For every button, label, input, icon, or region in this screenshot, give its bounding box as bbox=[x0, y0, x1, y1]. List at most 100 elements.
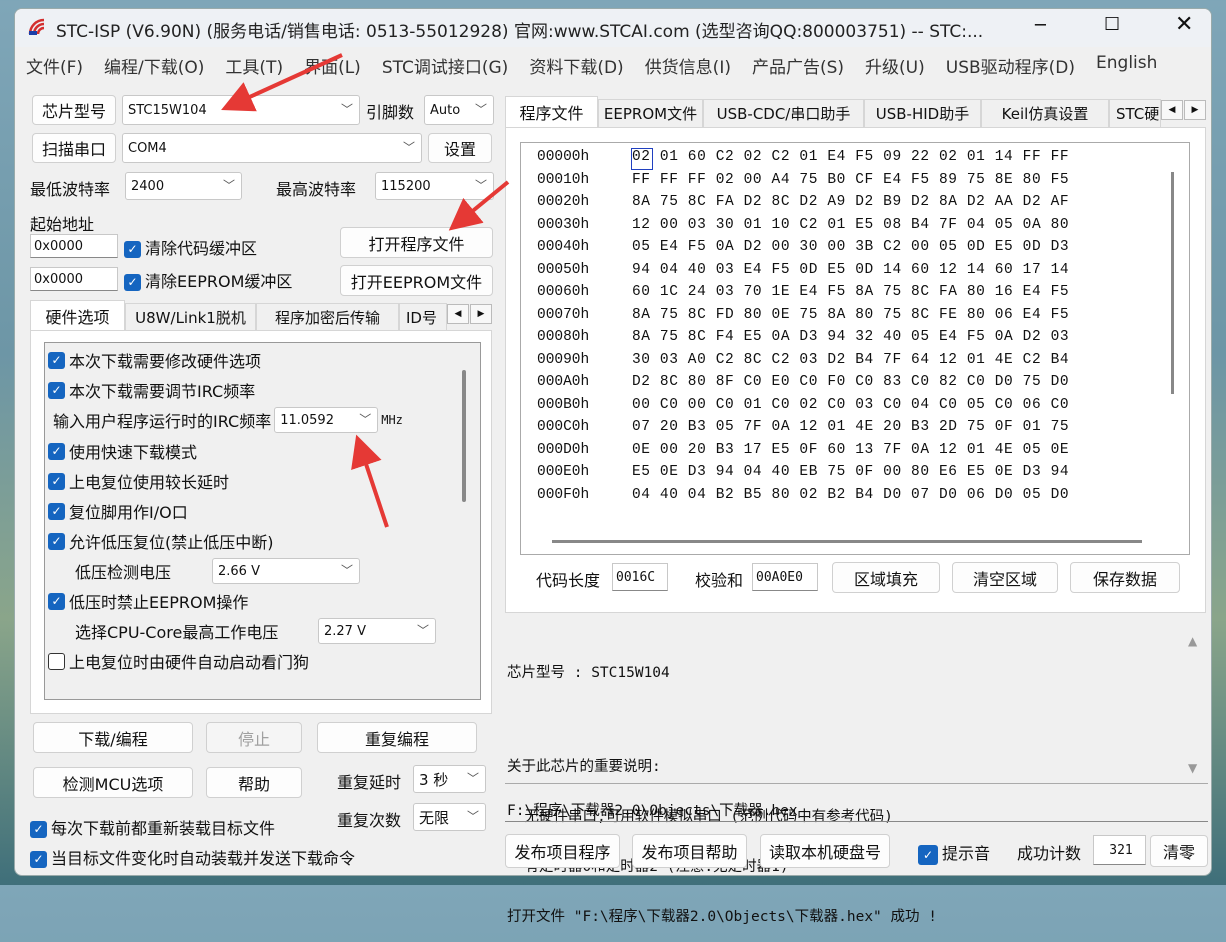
detect-mcu-button[interactable]: 检测MCU选项 bbox=[33, 767, 193, 798]
tab-id-number[interactable]: ID号 bbox=[399, 303, 447, 331]
low-voltage-row: 低压检测电压 2.66 V ﹀ bbox=[75, 558, 360, 584]
max-baud-select[interactable]: 115200 ﹀ bbox=[375, 172, 494, 200]
hex-address: 00030h bbox=[537, 216, 590, 233]
reset-count-button[interactable]: 清零 bbox=[1150, 835, 1208, 867]
auto-send-checkbox[interactable]: ✓ 当目标文件变化时自动装载并发送下载命令 bbox=[30, 845, 355, 869]
beep-checkbox[interactable]: ✓ 提示音 bbox=[918, 840, 990, 865]
window-title: STC-ISP (V6.90N) (服务电话/销售电话: 0513-550129… bbox=[56, 22, 984, 42]
log-scroll-up-icon[interactable]: ▲ bbox=[1188, 634, 1197, 648]
pins-label: 引脚数 bbox=[366, 103, 415, 122]
start-address-input[interactable]: 0x0000 bbox=[30, 234, 118, 258]
low-voltage-select[interactable]: 2.66 V ﹀ bbox=[212, 558, 360, 584]
success-count-value: 321 bbox=[1093, 835, 1146, 865]
tab-usb-cdc[interactable]: USB-CDC/串口助手 bbox=[703, 99, 864, 127]
option-low-voltage-reset[interactable]: ✓ 允许低压复位(禁止低压中断) bbox=[48, 528, 274, 554]
scan-port-button[interactable]: 扫描串口 bbox=[32, 133, 116, 163]
menu-file[interactable]: 文件(F) bbox=[26, 53, 83, 78]
menu-program[interactable]: 编程/下载(O) bbox=[104, 53, 204, 78]
tab-encrypted-transfer[interactable]: 程序加密后传输 bbox=[256, 303, 399, 331]
menu-english[interactable]: English bbox=[1096, 53, 1157, 78]
minimize-button[interactable]: ─ bbox=[1035, 15, 1046, 36]
hex-address: 000B0h bbox=[537, 396, 590, 413]
save-data-button[interactable]: 保存数据 bbox=[1070, 562, 1180, 593]
menu-tools[interactable]: 工具(T) bbox=[225, 53, 283, 78]
option-adjust-irc[interactable]: ✓ 本次下载需要调节IRC频率 bbox=[48, 377, 255, 403]
chevron-down-icon: ﹀ bbox=[416, 623, 429, 638]
maximize-button[interactable]: ☐ bbox=[1104, 14, 1120, 35]
checkbox-checked-icon: ✓ bbox=[124, 241, 141, 258]
help-button[interactable]: 帮助 bbox=[206, 767, 302, 798]
max-baud-label: 最高波特率 bbox=[276, 180, 357, 199]
hex-horizontal-scrollbar[interactable] bbox=[552, 540, 1142, 543]
chip-type-button[interactable]: 芯片型号 bbox=[32, 95, 116, 125]
settings-button[interactable]: 设置 bbox=[428, 133, 492, 163]
hex-bytes: 8A 75 8C FA D2 8C D2 A9 D2 B9 D2 8A D2 A… bbox=[632, 194, 1070, 210]
chevron-down-icon: ﹀ bbox=[359, 412, 372, 427]
eeprom-address-input[interactable]: 0x0000 bbox=[30, 267, 118, 291]
cpu-voltage-select[interactable]: 2.27 V ﹀ bbox=[318, 618, 436, 644]
tab-keil-debug[interactable]: Keil仿真设置 bbox=[981, 99, 1109, 127]
menu-upgrade[interactable]: 升级(U) bbox=[865, 53, 925, 78]
port-select[interactable]: COM4 ﹀ bbox=[122, 133, 422, 163]
close-button[interactable]: ✕ bbox=[1175, 12, 1193, 37]
tab-eeprom-file[interactable]: EEPROM文件 bbox=[598, 99, 703, 127]
repeat-program-button[interactable]: 重复编程 bbox=[317, 722, 477, 753]
open-program-file-button[interactable]: 打开程序文件 bbox=[340, 227, 493, 258]
chip-select[interactable]: STC15W104 ﹀ bbox=[122, 95, 360, 125]
hex-row: 000A0h D2 8C 80 8F C0 E0 C0 F0 C0 83 C0 8… bbox=[537, 374, 1069, 396]
clear-eeprom-checkbox[interactable]: ✓ 清除EEPROM缓冲区 bbox=[124, 268, 292, 292]
tab-scroll-right-icon[interactable]: ▶ bbox=[1184, 100, 1206, 120]
option-label: 上电复位使用较长延时 bbox=[69, 473, 230, 492]
tab-usb-hid[interactable]: USB-HID助手 bbox=[864, 99, 981, 127]
tab-scroll-right-icon[interactable]: ▶ bbox=[470, 304, 492, 324]
menu-supply[interactable]: 供货信息(I) bbox=[645, 53, 731, 78]
publish-help-button[interactable]: 发布项目帮助 bbox=[632, 834, 747, 868]
log-scroll-down-icon[interactable]: ▼ bbox=[1188, 761, 1197, 775]
menu-debug[interactable]: STC调试接口(G) bbox=[382, 53, 509, 78]
irc-frequency-select[interactable]: 11.0592 ﹀ bbox=[274, 407, 379, 433]
stop-button[interactable]: 停止 bbox=[206, 722, 302, 753]
pins-select[interactable]: Auto ﹀ bbox=[424, 95, 494, 125]
reload-before-download-checkbox[interactable]: ✓ 每次下载前都重新装载目标文件 bbox=[30, 815, 275, 839]
options-scrollbar[interactable] bbox=[462, 370, 466, 502]
hex-vertical-scrollbar[interactable] bbox=[1171, 172, 1174, 394]
min-baud-select[interactable]: 2400 ﹀ bbox=[125, 172, 242, 200]
menu-interface[interactable]: 界面(L) bbox=[304, 53, 361, 78]
clear-region-button[interactable]: 清空区域 bbox=[952, 562, 1058, 593]
hex-row: 000B0h 00 C0 00 C0 01 C0 02 C0 03 C0 04 C… bbox=[537, 397, 1069, 419]
read-disk-id-button[interactable]: 读取本机硬盘号 bbox=[760, 834, 890, 868]
tab-scroll-left-icon[interactable]: ◀ bbox=[1161, 100, 1183, 120]
option-eeprom-low-voltage[interactable]: ✓ 低压时禁止EEPROM操作 bbox=[48, 588, 248, 614]
tab-hardware-options[interactable]: 硬件选项 bbox=[30, 300, 125, 331]
hex-address: 00050h bbox=[537, 261, 590, 278]
download-program-button[interactable]: 下载/编程 bbox=[33, 722, 193, 753]
option-fast-download[interactable]: ✓ 使用快速下载模式 bbox=[48, 438, 197, 464]
open-eeprom-file-button[interactable]: 打开EEPROM文件 bbox=[340, 265, 493, 296]
publish-program-button[interactable]: 发布项目程序 bbox=[505, 834, 620, 868]
repeat-count-select[interactable]: 无限 ﹀ bbox=[413, 803, 486, 831]
irc-unit: MHz bbox=[381, 413, 403, 427]
option-modify-hardware[interactable]: ✓ 本次下载需要修改硬件选项 bbox=[48, 347, 261, 373]
fill-region-button[interactable]: 区域填充 bbox=[832, 562, 940, 593]
tab-scroll-left-icon[interactable]: ◀ bbox=[447, 304, 469, 324]
option-watchdog[interactable]: 上电复位时由硬件自动启动看门狗 bbox=[48, 648, 309, 674]
hex-bytes: 02 01 60 C2 02 C2 01 E4 F5 09 22 02 01 1… bbox=[632, 149, 1070, 165]
clear-code-checkbox[interactable]: ✓ 清除代码缓冲区 bbox=[124, 235, 257, 259]
hex-bytes: 07 20 B3 05 7F 0A 12 01 4E 20 B3 2D 75 0… bbox=[632, 419, 1070, 435]
repeat-delay-select[interactable]: 3 秒 ﹀ bbox=[413, 765, 486, 793]
hex-address: 000C0h bbox=[537, 419, 590, 435]
option-long-reset-delay[interactable]: ✓ 上电复位使用较长延时 bbox=[48, 468, 229, 494]
menu-ads[interactable]: 产品广告(S) bbox=[752, 53, 844, 78]
clear-code-label: 清除代码缓冲区 bbox=[145, 239, 258, 258]
menu-usb-driver[interactable]: USB驱动程序(D) bbox=[946, 53, 1075, 78]
tab-program-file[interactable]: 程序文件 bbox=[505, 96, 598, 127]
message-log[interactable]: 芯片型号 : STC15W104 关于此芯片的重要说明: 无硬件串口,可用软件模… bbox=[505, 627, 1208, 925]
menu-downloads[interactable]: 资料下载(D) bbox=[529, 53, 623, 78]
option-reset-pin-io[interactable]: ✓ 复位脚用作I/O口 bbox=[48, 498, 188, 524]
tab-u8w-offline[interactable]: U8W/Link1脱机 bbox=[125, 303, 256, 331]
min-baud-value: 2400 bbox=[131, 178, 165, 194]
file-path-field[interactable]: F:\程序\下载器2.0\Objects\下载器.hex bbox=[505, 796, 1208, 822]
hex-address: 00090h bbox=[537, 351, 590, 368]
tab-stc-hardware[interactable]: STC硬 bbox=[1109, 99, 1161, 127]
